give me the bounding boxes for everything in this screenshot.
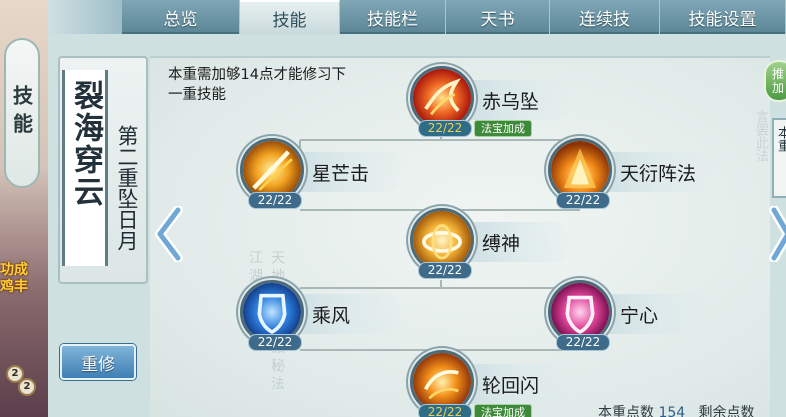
skill-name: 赤乌坠: [482, 91, 540, 113]
skill-node-xingmangji[interactable]: 星芒击 22/22: [240, 138, 440, 209]
skill-node-chengfeng[interactable]: 乘风 22/22: [240, 280, 440, 351]
tab-heavenbook[interactable]: 天书: [446, 0, 550, 34]
side-fragment-text: 功成 鸡丰: [0, 262, 46, 296]
next-arrow-icon[interactable]: [768, 206, 786, 262]
side-fragment-line1: 功成: [0, 262, 28, 278]
skill-level: 22/22: [248, 192, 302, 209]
school-name: 裂海穿云: [68, 80, 103, 208]
tab-overview[interactable]: 总览: [122, 0, 240, 34]
skill-level: 22/22: [418, 120, 472, 137]
remaining-label: 剩余点数: [698, 405, 755, 417]
skill-side-tab[interactable]: 技能: [4, 38, 40, 188]
recommend-button[interactable]: 推加: [764, 60, 786, 102]
skill-node-lunhuishan[interactable]: 轮回闪 22/22 法宝加成: [410, 350, 610, 417]
tab-bar: 总览 技能 技能栏 天书 连续技 技能设置: [122, 0, 786, 34]
skill-level: 22/22: [248, 334, 302, 351]
top-decoration: [48, 0, 122, 34]
tier-requirement-hint: 本重需加够14点才能修习下一重技能: [168, 67, 346, 103]
skill-name: 天衍阵法: [620, 163, 697, 185]
tab-skills[interactable]: 技能: [240, 0, 340, 34]
skill-name: 乘风: [312, 305, 351, 327]
points-label: 本重点数: [598, 405, 654, 417]
skill-name: 宁心: [620, 305, 659, 327]
reset-button[interactable]: 重修: [60, 344, 136, 380]
treasure-bonus-badge: 法宝加成: [474, 120, 532, 137]
points-value: 154: [658, 405, 686, 417]
side-badge-2[interactable]: 2: [18, 378, 36, 396]
skill-side-tab-label: 技能: [9, 85, 34, 141]
tier-title: 第二重坠日月: [115, 125, 139, 251]
skill-level: 22/22: [418, 404, 472, 417]
skill-node-ningxin[interactable]: 宁心 22/22: [548, 280, 748, 351]
tab-skillbar[interactable]: 技能栏: [340, 0, 446, 34]
side-fragment-line2: 鸡丰: [0, 279, 28, 295]
skill-level: 22/22: [556, 334, 610, 351]
tab-combo[interactable]: 连续技: [550, 0, 660, 34]
skill-name: 星芒击: [312, 163, 370, 185]
skill-node-chiwuzhui[interactable]: 赤乌坠 22/22 法宝加成: [410, 66, 610, 137]
treasure-bonus-badge: 法宝加成: [474, 404, 532, 417]
skill-node-tianyanzhenfa[interactable]: 天衍阵法 22/22: [548, 138, 748, 209]
points-info: 本重点数 154 剩余点数: [598, 402, 755, 417]
skill-name: 轮回闪: [482, 375, 540, 397]
skill-node-fushen[interactable]: 缚神 22/22: [410, 208, 610, 279]
skill-level: 22/22: [556, 192, 610, 209]
right-side-tab[interactable]: 本重: [772, 118, 786, 198]
tab-skill-settings[interactable]: 技能设置: [660, 0, 786, 34]
skill-level: 22/22: [418, 262, 472, 279]
prev-arrow-icon[interactable]: [152, 205, 188, 263]
skill-name: 缚神: [482, 233, 521, 255]
